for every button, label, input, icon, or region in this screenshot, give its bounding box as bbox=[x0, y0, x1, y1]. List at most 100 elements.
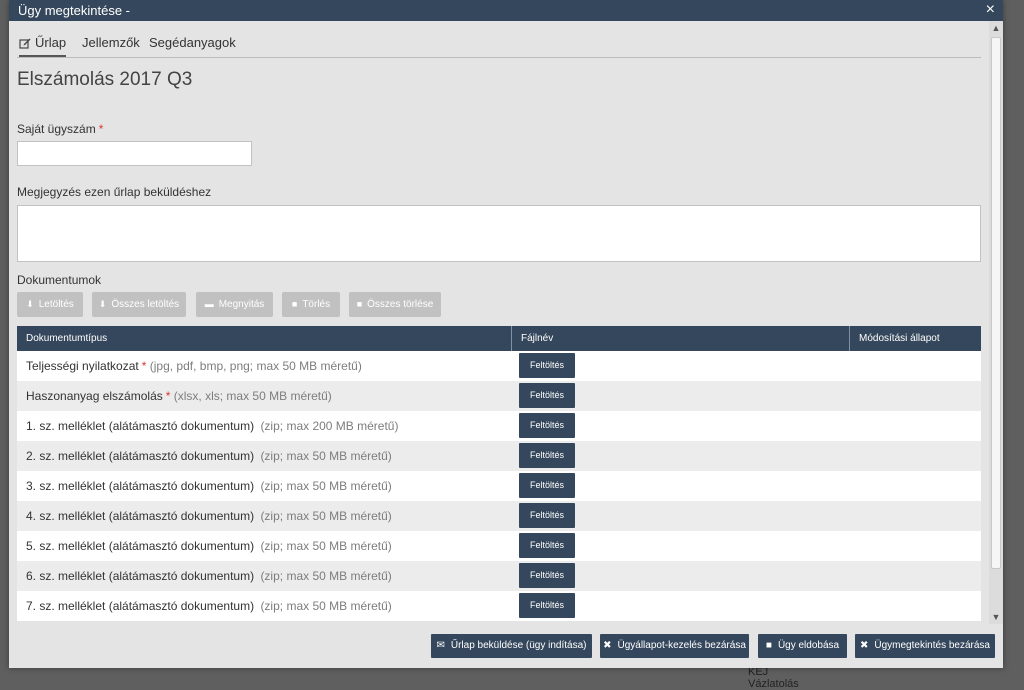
upload-button[interactable]: Feltöltés bbox=[519, 443, 575, 468]
document-type-name: 1. sz. melléklet (alátámasztó dokumentum… bbox=[26, 419, 255, 433]
document-type-cell: Haszonanyag elszámolás * (xlsx, xls; max … bbox=[26, 381, 332, 411]
document-type-cell: 1. sz. melléklet (alátámasztó dokumentum… bbox=[26, 411, 398, 441]
open-button[interactable]: ▬ Megnyitás bbox=[196, 292, 273, 317]
documents-table: Dokumentumtípus Fájlnév Módosítási állap… bbox=[17, 326, 981, 621]
case-number-label: Saját ügyszám * bbox=[17, 122, 103, 136]
upload-button[interactable]: Feltöltés bbox=[519, 353, 575, 378]
column-header-type[interactable]: Dokumentumtípus bbox=[17, 326, 511, 351]
button-label: Összes törlése bbox=[367, 299, 434, 310]
button-label: Űrlap beküldése (ügy indítása) bbox=[450, 640, 587, 651]
required-mark: * bbox=[165, 389, 171, 403]
background-page-text: KEJ Vázlatolás bbox=[748, 666, 799, 690]
download-icon: ⬇ bbox=[98, 299, 107, 309]
table-header: Dokumentumtípus Fájlnév Módosítási állap… bbox=[17, 326, 981, 351]
table-row: 5. sz. melléklet (alátámasztó dokumentum… bbox=[17, 531, 981, 561]
upload-button[interactable]: Feltöltés bbox=[519, 533, 575, 558]
scrollbar-thumb[interactable] bbox=[991, 37, 1001, 569]
table-row: 3. sz. melléklet (alátámasztó dokumentum… bbox=[17, 471, 981, 501]
required-mark: * bbox=[141, 359, 147, 373]
case-number-label-text: Saját ügyszám bbox=[17, 122, 96, 136]
document-type-cell: 7. sz. melléklet (alátámasztó dokumentum… bbox=[26, 591, 392, 621]
tab-materials[interactable]: Segédanyagok bbox=[149, 35, 236, 50]
upload-button[interactable]: Feltöltés bbox=[519, 503, 575, 528]
note-textarea[interactable] bbox=[17, 205, 981, 262]
document-format-hint: (zip; max 50 MB méretű) bbox=[260, 599, 392, 613]
document-format-hint: (zip; max 200 MB méretű) bbox=[260, 419, 399, 433]
table-row: Teljességi nyilatkozat * (jpg, pdf, bmp, … bbox=[17, 351, 981, 381]
modal-title: Ügy megtekintése - bbox=[18, 3, 130, 18]
upload-button[interactable]: Feltöltés bbox=[519, 413, 575, 438]
upload-button[interactable]: Feltöltés bbox=[519, 563, 575, 588]
document-format-hint: (xlsx, xls; max 50 MB méretű) bbox=[173, 389, 332, 403]
document-type-name: Teljességi nyilatkozat bbox=[26, 359, 139, 373]
document-type-cell: 4. sz. melléklet (alátámasztó dokumentum… bbox=[26, 501, 392, 531]
delete-all-button[interactable]: ■ Összes törlése bbox=[349, 292, 441, 317]
background-text-line: Vázlatolás bbox=[748, 678, 799, 690]
x-icon: ✖ bbox=[859, 640, 869, 651]
document-format-hint: (zip; max 50 MB méretű) bbox=[260, 479, 392, 493]
document-type-cell: 5. sz. melléklet (alátámasztó dokumentum… bbox=[26, 531, 392, 561]
submit-form-button[interactable]: ✉ Űrlap beküldése (ügy indítása) bbox=[431, 634, 592, 658]
case-view-modal: Ügy megtekintése - × Űrlap Jellemzők Seg… bbox=[9, 0, 1003, 668]
button-label: Ügyállapot-kezelés bezárása bbox=[617, 640, 746, 651]
envelope-icon: ✉ bbox=[436, 640, 445, 651]
document-type-cell: Teljességi nyilatkozat * (jpg, pdf, bmp, … bbox=[26, 351, 362, 381]
table-body: Teljességi nyilatkozat * (jpg, pdf, bmp, … bbox=[17, 351, 981, 621]
document-type-cell: 3. sz. melléklet (alátámasztó dokumentum… bbox=[26, 471, 392, 501]
documents-section-label: Dokumentumok bbox=[17, 273, 102, 287]
discard-case-button[interactable]: ■ Ügy eldobása bbox=[758, 634, 847, 658]
button-label: Összes letöltés bbox=[111, 299, 180, 310]
trash-icon: ■ bbox=[291, 299, 298, 309]
download-all-button[interactable]: ⬇ Összes letöltés bbox=[92, 292, 186, 317]
document-format-hint: (zip; max 50 MB méretű) bbox=[260, 449, 392, 463]
case-number-input[interactable] bbox=[17, 141, 252, 166]
download-icon: ⬇ bbox=[26, 299, 34, 309]
x-icon: ✖ bbox=[603, 640, 612, 651]
table-row: Haszonanyag elszámolás * (xlsx, xls; max … bbox=[17, 381, 981, 411]
required-mark: * bbox=[98, 122, 104, 136]
close-status-button[interactable]: ✖ Ügyállapot-kezelés bezárása bbox=[600, 634, 749, 658]
tab-bar: Űrlap Jellemzők Segédanyagok bbox=[17, 31, 981, 58]
delete-button[interactable]: ■ Törlés bbox=[282, 292, 340, 317]
document-format-hint: (jpg, pdf, bmp, png; max 50 MB méretű) bbox=[149, 359, 362, 373]
tab-label: Jellemzők bbox=[82, 35, 140, 50]
upload-button[interactable]: Feltöltés bbox=[519, 383, 575, 408]
tab-properties[interactable]: Jellemzők bbox=[82, 35, 140, 50]
trash-icon: ■ bbox=[765, 640, 772, 651]
table-row: 7. sz. melléklet (alátámasztó dokumentum… bbox=[17, 591, 981, 621]
folder-icon: ▬ bbox=[204, 299, 214, 309]
trash-icon: ■ bbox=[356, 299, 363, 309]
modal-titlebar: Ügy megtekintése - × bbox=[9, 0, 1003, 21]
button-label: Ügymegtekintés bezárása bbox=[874, 640, 990, 651]
tab-form[interactable]: Űrlap bbox=[19, 35, 67, 57]
document-format-hint: (zip; max 50 MB méretű) bbox=[260, 569, 392, 583]
button-label: Megnyitás bbox=[218, 299, 265, 310]
note-label: Megjegyzés ezen űrlap beküldéshez bbox=[17, 185, 212, 199]
document-type-name: Haszonanyag elszámolás bbox=[26, 389, 163, 403]
document-type-name: 5. sz. melléklet (alátámasztó dokumentum… bbox=[26, 539, 255, 553]
document-type-name: 2. sz. melléklet (alátámasztó dokumentum… bbox=[26, 449, 255, 463]
edit-icon bbox=[19, 38, 31, 49]
scroll-down-icon[interactable]: ▼ bbox=[989, 610, 1003, 624]
tab-label: Segédanyagok bbox=[149, 35, 236, 50]
column-header-status[interactable]: Módosítási állapot bbox=[849, 326, 981, 351]
table-row: 2. sz. melléklet (alátámasztó dokumentum… bbox=[17, 441, 981, 471]
upload-button[interactable]: Feltöltés bbox=[519, 473, 575, 498]
table-row: 1. sz. melléklet (alátámasztó dokumentum… bbox=[17, 411, 981, 441]
modal-content: Űrlap Jellemzők Segédanyagok Elszámolás … bbox=[9, 21, 989, 624]
close-icon[interactable]: × bbox=[986, 1, 995, 19]
button-label: Letöltés bbox=[38, 299, 74, 310]
document-type-cell: 2. sz. melléklet (alátámasztó dokumentum… bbox=[26, 441, 392, 471]
page-title: Elszámolás 2017 Q3 bbox=[17, 69, 193, 90]
upload-button[interactable]: Feltöltés bbox=[519, 593, 575, 618]
column-header-filename[interactable]: Fájlnév bbox=[511, 326, 849, 351]
table-row: 4. sz. melléklet (alátámasztó dokumentum… bbox=[17, 501, 981, 531]
table-row: 6. sz. melléklet (alátámasztó dokumentum… bbox=[17, 561, 981, 591]
vertical-scrollbar[interactable]: ▲ ▼ bbox=[989, 21, 1003, 624]
download-button[interactable]: ⬇ Letöltés bbox=[17, 292, 83, 317]
document-type-cell: 6. sz. melléklet (alátámasztó dokumentum… bbox=[26, 561, 392, 591]
document-type-name: 3. sz. melléklet (alátámasztó dokumentum… bbox=[26, 479, 255, 493]
scroll-up-icon[interactable]: ▲ bbox=[989, 21, 1003, 35]
close-view-button[interactable]: ✖ Ügymegtekintés bezárása bbox=[855, 634, 995, 658]
button-label: Ügy eldobása bbox=[777, 640, 840, 651]
